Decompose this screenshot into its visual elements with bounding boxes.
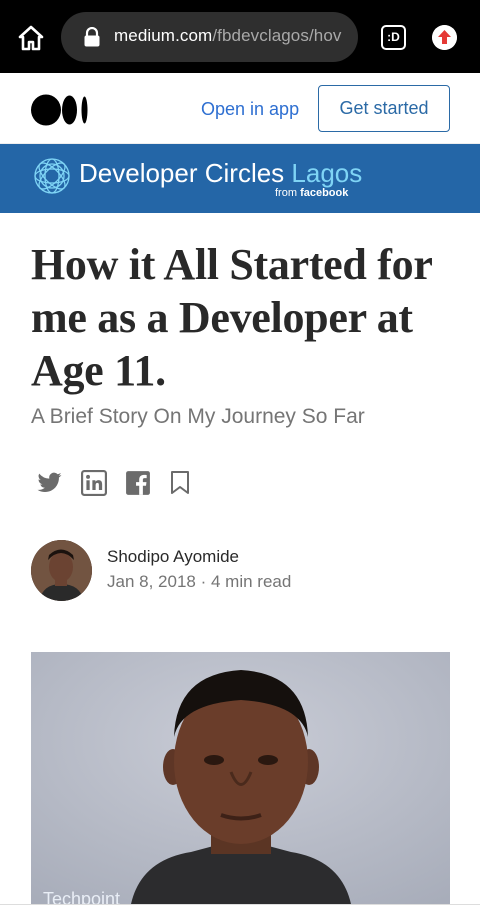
lock-icon [84, 27, 100, 47]
read-time: 4 min read [211, 572, 292, 591]
publication-from: from facebook [275, 187, 348, 199]
url-domain: medium.com [114, 26, 213, 45]
twitter-icon [37, 472, 62, 492]
from-brand: facebook [300, 187, 349, 199]
publication-banner[interactable]: Developer Circles Lagos from facebook [0, 144, 480, 213]
address-bar[interactable]: medium.com/fbdevclagos/hov [61, 12, 358, 62]
tab-switcher-button[interactable]: :D [381, 25, 406, 50]
developer-circles-globe-icon [34, 158, 70, 194]
article-title: How it All Started for me as a Developer… [31, 240, 432, 395]
url-text: medium.com/fbdevclagos/hov [114, 26, 342, 46]
publication-name-accent: Lagos [291, 158, 363, 188]
page-bottom-edge [0, 904, 480, 910]
article-meta: Jan 8, 2018 · 4 min read [107, 572, 291, 592]
article-subtitle: A Brief Story On My Journey So Far [31, 405, 365, 428]
from-prefix: from [275, 187, 297, 199]
author-name[interactable]: Shodipo Ayomide [107, 547, 239, 567]
browser-toolbar: medium.com/fbdevclagos/hov :D [0, 0, 480, 73]
facebook-share-button[interactable] [125, 470, 151, 498]
image-watermark: Techpoint [43, 889, 121, 904]
twitter-share-button[interactable] [35, 470, 64, 498]
meta-separator: · [200, 572, 207, 591]
bookmark-icon [171, 471, 189, 494]
author-avatar[interactable] [31, 540, 92, 601]
publication-name: Developer Circles Lagos [79, 158, 362, 189]
bookmark-button[interactable] [170, 470, 190, 498]
linkedin-share-button[interactable] [81, 470, 107, 498]
linkedin-icon [81, 470, 107, 496]
medium-logo-icon[interactable] [31, 94, 89, 126]
url-path: /fbdevclagos/hov [212, 26, 342, 45]
hero-image: Techpoint [31, 652, 450, 904]
facebook-icon [126, 471, 150, 495]
update-icon[interactable] [432, 25, 457, 50]
publish-date: Jan 8, 2018 [107, 572, 196, 591]
medium-header: Open in app Get started [0, 73, 480, 144]
home-icon[interactable] [16, 23, 46, 53]
open-in-app-link[interactable]: Open in app [201, 99, 299, 120]
get-started-button[interactable]: Get started [318, 85, 450, 132]
publication-name-main: Developer Circles [79, 158, 285, 188]
